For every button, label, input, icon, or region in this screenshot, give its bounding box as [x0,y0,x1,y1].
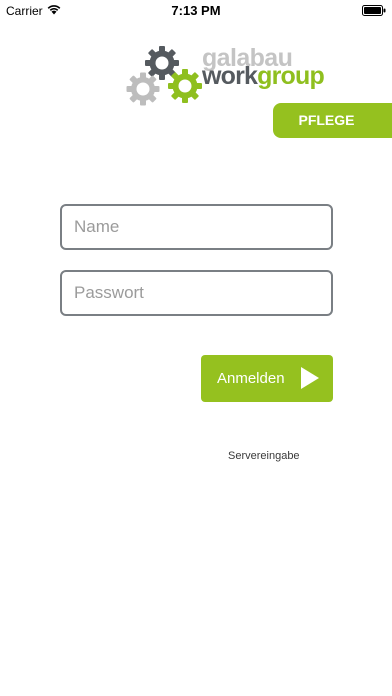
logo-text-workgroup: workgroup [202,62,325,90]
password-input[interactable] [62,272,331,314]
pflege-badge: PFLEGE [273,103,392,138]
status-time: 7:13 PM [171,3,221,18]
login-button-label: Anmelden [217,370,285,387]
server-input-link[interactable]: Servereingabe [228,450,300,462]
play-arrow-icon [301,367,319,389]
logo-text-work: work [202,62,258,90]
name-field[interactable] [60,204,333,250]
logo-text-group: group [257,62,325,90]
status-bar: Carrier 7:13 PM [0,0,392,22]
password-field[interactable] [60,270,333,316]
battery-icon [362,5,386,16]
name-input[interactable] [62,206,331,248]
login-button[interactable]: Anmelden [201,355,333,402]
